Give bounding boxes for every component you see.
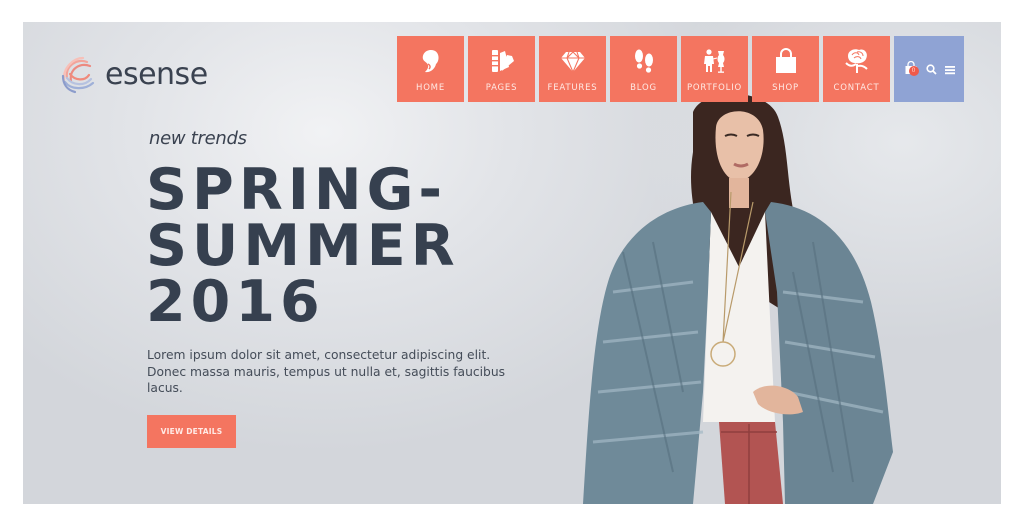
rose-icon xyxy=(842,46,872,76)
main-navigation: HOME PAGES FEATURES BLOG PORTFOLIO SHOP … xyxy=(397,36,964,102)
hero-kicker: new trends xyxy=(149,128,247,149)
brand-logo[interactable]: esense xyxy=(57,50,208,100)
nav-item-portfolio[interactable]: PORTFOLIO xyxy=(681,36,748,102)
head-silhouette-icon xyxy=(416,46,446,76)
headline-line: 2016 xyxy=(146,269,325,335)
nav-item-blog[interactable]: BLOG xyxy=(610,36,677,102)
nav-item-features[interactable]: FEATURES xyxy=(539,36,606,102)
headline-line: SPRING- xyxy=(146,157,448,223)
hero-slider: esense HOME PAGES FEATURES BLOG PORTFOLI… xyxy=(23,22,1001,504)
fashion-model-photo xyxy=(553,92,893,504)
brand-name: esense xyxy=(105,57,208,92)
footprints-icon xyxy=(629,46,659,76)
menu-button[interactable] xyxy=(944,60,955,79)
search-icon xyxy=(925,60,937,79)
view-details-button[interactable]: VIEW DETAILS xyxy=(147,415,236,448)
shopping-bag-icon xyxy=(771,46,801,76)
denim-jacket xyxy=(583,202,711,504)
cart-button[interactable]: 0 xyxy=(904,60,919,79)
cart-count-badge: 0 xyxy=(908,65,919,76)
nav-item-shop[interactable]: SHOP xyxy=(752,36,819,102)
hamburger-menu-icon xyxy=(944,60,955,79)
hero-description: Lorem ipsum dolor sit amet, consectetur … xyxy=(147,348,506,395)
headline-line: SUMMER xyxy=(146,213,460,279)
search-button[interactable] xyxy=(925,60,937,79)
nav-item-contact[interactable]: CONTACT xyxy=(823,36,890,102)
swatch-fan-icon xyxy=(487,46,517,76)
nav-item-pages[interactable]: PAGES xyxy=(468,36,535,102)
nav-item-home[interactable]: HOME xyxy=(397,36,464,102)
swirl-logo-icon xyxy=(57,50,103,100)
hero-headline: SPRING- SUMMER 2016 xyxy=(146,157,460,335)
red-pants xyxy=(719,422,783,504)
nav-tools: 0 xyxy=(894,36,964,102)
diamond-icon xyxy=(558,46,588,76)
tailor-mannequin-icon xyxy=(700,46,730,76)
